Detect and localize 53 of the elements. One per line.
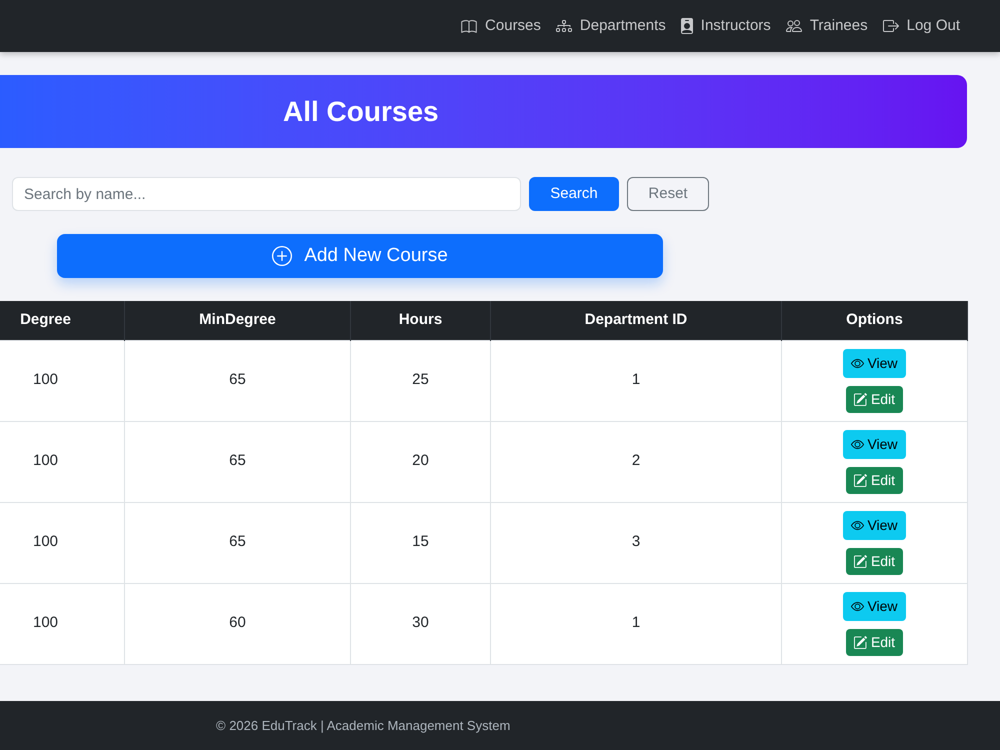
search-button[interactable]: Search bbox=[529, 177, 619, 211]
book-icon bbox=[461, 20, 478, 32]
table-cell: 65 bbox=[124, 421, 350, 502]
view-button[interactable]: View bbox=[843, 592, 906, 620]
view-button[interactable]: View bbox=[843, 430, 906, 458]
nav-link[interactable]: Instructors bbox=[680, 14, 771, 38]
pencil-square-icon bbox=[854, 474, 867, 486]
table-cell: 65 bbox=[124, 502, 350, 583]
eye-icon bbox=[851, 602, 864, 610]
add-course-button[interactable]: Add New Course bbox=[57, 234, 663, 278]
view-button[interactable]: View bbox=[843, 348, 906, 378]
logout-icon bbox=[882, 20, 899, 32]
table-cell: 60 bbox=[124, 583, 350, 664]
column-header: Options bbox=[782, 301, 968, 340]
nav-link[interactable]: Log Out bbox=[882, 14, 960, 38]
edit-button[interactable]: Edit bbox=[846, 628, 904, 656]
pencil-square-icon bbox=[854, 392, 867, 406]
people-icon bbox=[786, 20, 802, 32]
page-title: All Courses bbox=[283, 98, 439, 126]
eye-icon bbox=[851, 520, 864, 530]
table-cell: 65 bbox=[124, 340, 350, 421]
edit-button[interactable]: Edit bbox=[846, 548, 904, 574]
view-button[interactable]: View bbox=[843, 510, 906, 540]
reset-button[interactable]: Reset bbox=[627, 177, 709, 211]
table-cell: 15 bbox=[350, 502, 490, 583]
eye-icon bbox=[851, 358, 864, 368]
table-cell: 30 bbox=[350, 583, 490, 664]
pencil-square-icon bbox=[854, 636, 867, 648]
table-cell: 100 bbox=[0, 340, 124, 421]
column-header: Hours bbox=[350, 301, 490, 340]
table-cell: 20 bbox=[350, 421, 490, 502]
nav-link[interactable]: Departments bbox=[556, 14, 666, 38]
column-header: MinDegree bbox=[124, 301, 350, 340]
column-header: Department ID bbox=[490, 301, 782, 340]
footer-text: © 2026 EduTrack | Academic Management System bbox=[216, 716, 510, 735]
table-cell: 100 bbox=[0, 502, 124, 583]
table-cell: 1 bbox=[490, 340, 782, 421]
id-badge-icon bbox=[680, 18, 693, 34]
table-cell: 2 bbox=[490, 421, 782, 502]
nav-link[interactable]: Trainees bbox=[786, 14, 868, 38]
search-field[interactable]: Search by name... bbox=[12, 177, 521, 211]
table-cell: 3 bbox=[490, 502, 782, 583]
table-cell: 1 bbox=[490, 583, 782, 664]
table-cell: 100 bbox=[0, 421, 124, 502]
edit-button[interactable]: Edit bbox=[846, 466, 904, 494]
sitemap-icon bbox=[556, 20, 572, 32]
pencil-square-icon bbox=[854, 554, 867, 568]
table-cell: 25 bbox=[350, 340, 490, 421]
nav-link[interactable]: Courses bbox=[461, 14, 541, 38]
column-header: Degree bbox=[0, 301, 124, 340]
table-cell: 100 bbox=[0, 583, 124, 664]
eye-icon bbox=[851, 440, 864, 448]
edit-button[interactable]: Edit bbox=[846, 386, 904, 412]
